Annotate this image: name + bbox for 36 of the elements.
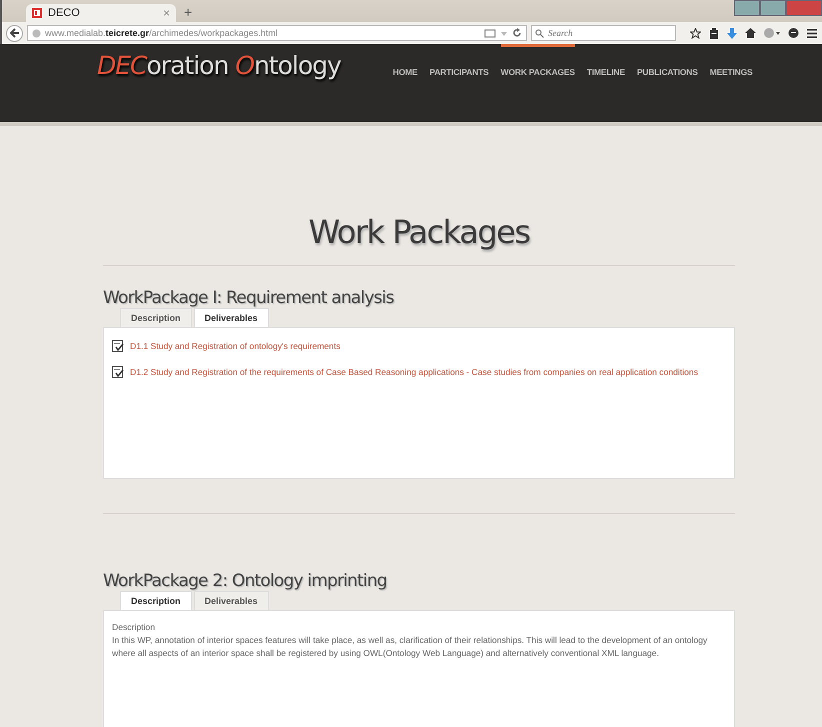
work-package-title: WorkPackage I: Requirement analysis xyxy=(103,288,395,308)
page-title: Work Packages xyxy=(307,213,530,253)
download-icon[interactable] xyxy=(727,28,737,38)
panel-tab[interactable]: Deliverables xyxy=(194,591,269,610)
deliverable-link[interactable]: D1.2 Study and Registration of the requirements of Case Based Reasoning applications - Case studies from companies on real application conditions xyxy=(130,367,698,377)
back-button[interactable] xyxy=(6,24,23,42)
site-logo[interactable]: DECoration Ontology xyxy=(97,51,341,80)
search-icon[interactable] xyxy=(535,29,544,38)
new-tab-button[interactable]: + xyxy=(184,4,192,20)
panel-tab[interactable]: Deliverables xyxy=(194,308,269,327)
nav-link[interactable]: MEETINGS xyxy=(710,44,752,77)
tab-title: DECO xyxy=(48,7,81,19)
home-icon[interactable] xyxy=(745,28,756,38)
back-arrow-icon xyxy=(10,28,20,38)
nav-link[interactable]: PUBLICATIONS xyxy=(636,44,698,77)
description-heading: Description xyxy=(112,621,156,634)
nav-link[interactable]: PARTICIPANTS xyxy=(430,44,489,77)
menu-icon[interactable] xyxy=(807,28,817,38)
panel-tab[interactable]: Description xyxy=(120,308,192,327)
site-favicon xyxy=(32,8,42,18)
work-package-title: WorkPackage 2: Ontology imprinting xyxy=(103,571,388,591)
panel-tab[interactable]: Description xyxy=(120,591,192,610)
document-icon xyxy=(112,340,124,352)
document-icon xyxy=(112,366,124,378)
address-bar[interactable]: www.medialab.teicrete.gr/archimedes/workpackages.html xyxy=(27,25,527,41)
nav-link[interactable]: WORK PACKAGES xyxy=(500,44,575,77)
deliverable-link[interactable]: D1.1 Study and Registration of ontology's requirements xyxy=(130,341,340,351)
star-icon[interactable] xyxy=(690,28,701,38)
search-field[interactable]: Search xyxy=(531,25,676,41)
browser-tab[interactable]: DECO × xyxy=(26,4,176,22)
clipboard-icon[interactable] xyxy=(709,28,719,38)
reload-icon[interactable] xyxy=(512,28,522,38)
description-text: In this WP, annotation of interior spaces features will take place, as well as, clarification of their relationships. This will lead to the development of an ontology where all aspects of an interior space shall be registered by using OWL(Ontology Web Language) and alternatively conventional XML language. xyxy=(112,634,708,660)
nav-link[interactable]: HOME xyxy=(392,44,418,77)
reader-icon[interactable] xyxy=(484,28,496,38)
nav-link[interactable]: TIMELINE xyxy=(586,44,625,77)
